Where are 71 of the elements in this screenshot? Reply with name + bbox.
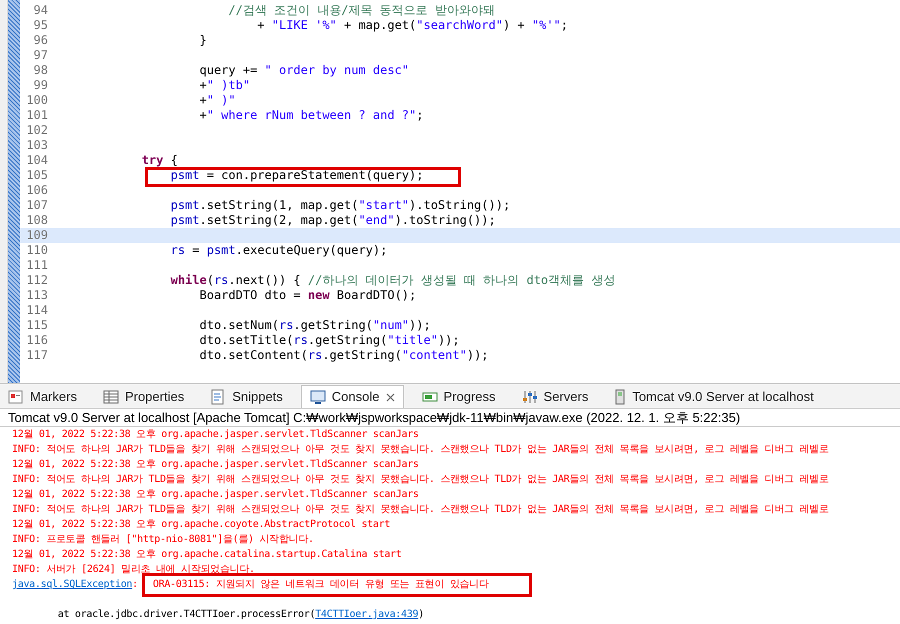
console-title: Tomcat v9.0 Server at localhost [Apache Tomcat] C:₩work₩jspworkspace₩jdk-11₩bin₩javaw.exe (2022. 12. 1. 오후 5:22:35)	[0, 409, 900, 427]
log-text: INFO: 적어도 하나의 JAR가 TLD들을 찾기 위해 스캔되었으나 아무 것도 찾지 못했습니다. 스캔했으나 TLD가 없는 JAR들의 전체 목록을 보시려면, 로그 레벨을 디버그 레벨로	[12, 503, 829, 517]
log-text: INFO: 적어도 하나의 JAR가 TLD들을 찾기 위해 스캔되었으나 아무 것도 찾지 못했습니다. 스캔했으나 TLD가 없는 JAR들의 전체 목록을 보시려면, 로그 레벨을 디버그 레벨로	[12, 473, 829, 487]
log-text: at oracle.jdbc.driver.T4CTTIoer.processError(	[56, 608, 316, 622]
line-number: 105	[25, 168, 48, 183]
line-number: 112	[25, 273, 48, 288]
log-text: 12월 01, 2022 5:22:38 오후 org.apache.catalina.startup.Catalina start	[12, 548, 402, 562]
panel-tab[interactable]: Properties	[94, 385, 192, 408]
servers-icon	[522, 388, 538, 404]
panel-tab[interactable]: Tomcat v9.0 Server at localhost	[606, 385, 822, 408]
line-number: 116	[25, 333, 48, 348]
log-text: )	[418, 608, 424, 622]
code-line: +" )"	[198, 93, 236, 108]
line-number: 114	[25, 303, 48, 318]
line-number: 113	[25, 288, 48, 303]
code-line: psmt = con.prepareStatement(query);	[48, 168, 424, 183]
log-text: 12월 01, 2022 5:22:38 오후 org.apache.coyote.AbstractProtocol start	[12, 518, 390, 532]
line-number: 111	[25, 258, 48, 273]
code-line: psmt.setString(2, map.get("end").toString());	[170, 213, 496, 228]
code-line: query += " order by num desc"	[198, 63, 410, 78]
server-icon	[614, 388, 626, 404]
panel-tab[interactable]: Markers	[0, 385, 85, 408]
line-number: 117	[25, 348, 48, 363]
line-number: 95	[32, 18, 48, 33]
code-line: }	[198, 33, 207, 48]
markers-icon	[8, 388, 24, 404]
log-text: 12월 01, 2022 5:22:38 오후 org.apache.jasper.servlet.TldScanner scanJars	[12, 488, 419, 502]
line-number: 94	[32, 3, 48, 18]
log-text: 12월 01, 2022 5:22:38 오후 org.apache.jasper.servlet.TldScanner scanJars	[12, 458, 419, 472]
panel-tab[interactable]: Progress	[414, 385, 504, 408]
source-link[interactable]: T4CTTIoer.java:439	[315, 607, 418, 622]
source-link[interactable]: java.sql.SQLException	[12, 577, 132, 592]
log-text: :	[132, 578, 138, 592]
code-line: + "LIKE '%" + map.get("searchWord") + "%'";	[256, 18, 568, 33]
error-message: ORA-03115: 지원되지 않은 네트워크 데이터 유형 또는 표현이 있습니다	[142, 572, 532, 596]
line-number: 106	[25, 183, 48, 198]
panel-tab[interactable]: Console	[300, 385, 404, 408]
log-text: 12월 01, 2022 5:22:38 오후 org.apache.jasper.servlet.TldScanner scanJars	[12, 428, 419, 442]
log-text: INFO: 적어도 하나의 JAR가 TLD들을 찾기 위해 스캔되었으나 아무 것도 찾지 못했습니다. 스캔했으나 TLD가 없는 JAR들의 전체 목록을 보시려면, 로그 레벨을 디버그 레벨로	[12, 443, 829, 457]
line-number: 104	[25, 153, 48, 168]
close-icon[interactable]	[386, 392, 394, 402]
log-text: INFO: 프로토콜 핸들러 ["http-nio-8081"]을(를) 시작합니다.	[12, 533, 314, 547]
line-number: 96	[32, 33, 48, 48]
snippets-icon	[210, 388, 226, 404]
code-line: rs = psmt.executeQuery(query);	[170, 243, 388, 258]
code-line: try {	[140, 153, 178, 168]
code-line: //검색 조건이 내용/제목 동적으로 받아와야돼	[227, 3, 495, 18]
code-line: dto.setTitle(rs.getString("title"));	[198, 333, 460, 348]
line-number: 109	[25, 228, 48, 243]
line-number: 110	[25, 243, 48, 258]
panel-tab[interactable]: Servers	[514, 385, 596, 408]
line-number: 115	[25, 318, 48, 333]
code-line: while(rs.next()) { //하나의 데이터가 생성될 때 하나의 dto객체를 생성	[170, 273, 616, 288]
line-number: 100	[25, 93, 48, 108]
line-number: 98	[32, 63, 48, 78]
line-number: 101	[25, 108, 48, 123]
line-number: 99	[32, 78, 48, 93]
monitor-icon	[310, 389, 326, 405]
line-number: 102	[25, 123, 48, 138]
line-number: 107	[25, 198, 48, 213]
code-line: psmt.setString(1, map.get("start").toString());	[170, 198, 510, 213]
panel-tab[interactable]: Snippets	[202, 385, 291, 408]
line-number: 108	[25, 213, 48, 228]
code-line: +" )tb"	[198, 78, 250, 93]
code-line: dto.setContent(rs.getString("content"));	[198, 348, 489, 363]
code-line: +" where rNum between ? and ?";	[198, 108, 424, 123]
code-line: BoardDTO dto = new BoardDTO();	[198, 288, 416, 303]
line-number: 103	[25, 138, 48, 153]
code-line: dto.setNum(rs.getString("num"));	[198, 318, 431, 333]
line-number: 97	[32, 48, 48, 63]
table-icon	[102, 388, 119, 404]
